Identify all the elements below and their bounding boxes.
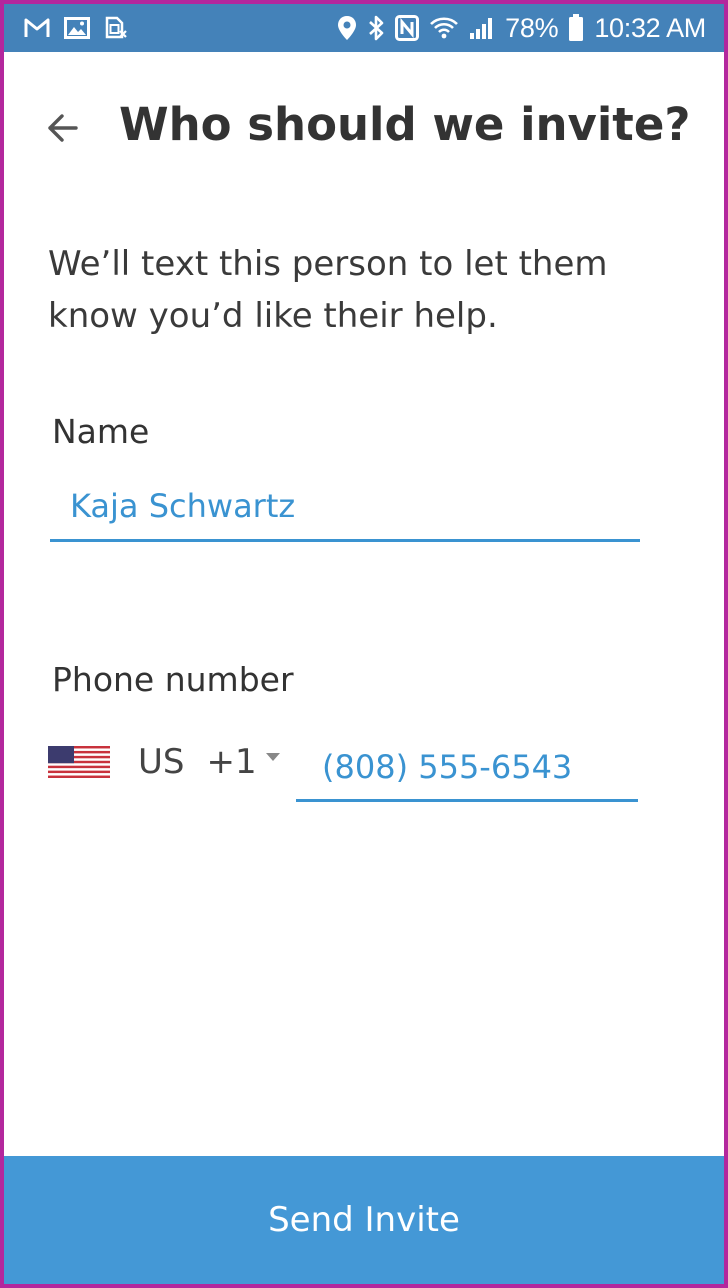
app-frame: 78% 10:32 AM Who should we invite? We’ll… [0, 0, 728, 1288]
us-flag-icon [48, 746, 110, 778]
sim-icon [104, 16, 128, 40]
back-arrow-icon[interactable] [42, 108, 82, 148]
dial-code: +1 [206, 742, 257, 782]
battery-icon [568, 14, 584, 42]
gallery-icon [64, 17, 90, 39]
status-clock: 10:32 AM [594, 12, 706, 43]
dropdown-arrow-icon [265, 753, 280, 761]
battery-percent: 78% [505, 12, 559, 43]
status-bar: 78% 10:32 AM [4, 4, 724, 52]
name-input[interactable] [50, 472, 640, 542]
send-invite-button[interactable]: Send Invite [4, 1156, 724, 1284]
page-title: Who should we invite? [119, 98, 691, 151]
name-label: Name [52, 412, 150, 451]
status-bar-system: 78% 10:32 AM [337, 4, 706, 52]
phone-number-label: Phone number [52, 660, 294, 699]
nfc-icon [395, 15, 420, 41]
wifi-icon [429, 16, 459, 40]
country-code-picker[interactable]: US +1 [48, 732, 288, 792]
signal-icon [469, 16, 495, 40]
country-code: US [138, 742, 185, 782]
gmail-icon [24, 17, 50, 39]
location-icon [337, 15, 357, 41]
invite-description: We’ll text this person to let them know … [48, 244, 608, 336]
status-bar-notifications [24, 16, 128, 40]
phone-number-input[interactable] [296, 734, 638, 802]
bluetooth-icon [367, 15, 385, 41]
